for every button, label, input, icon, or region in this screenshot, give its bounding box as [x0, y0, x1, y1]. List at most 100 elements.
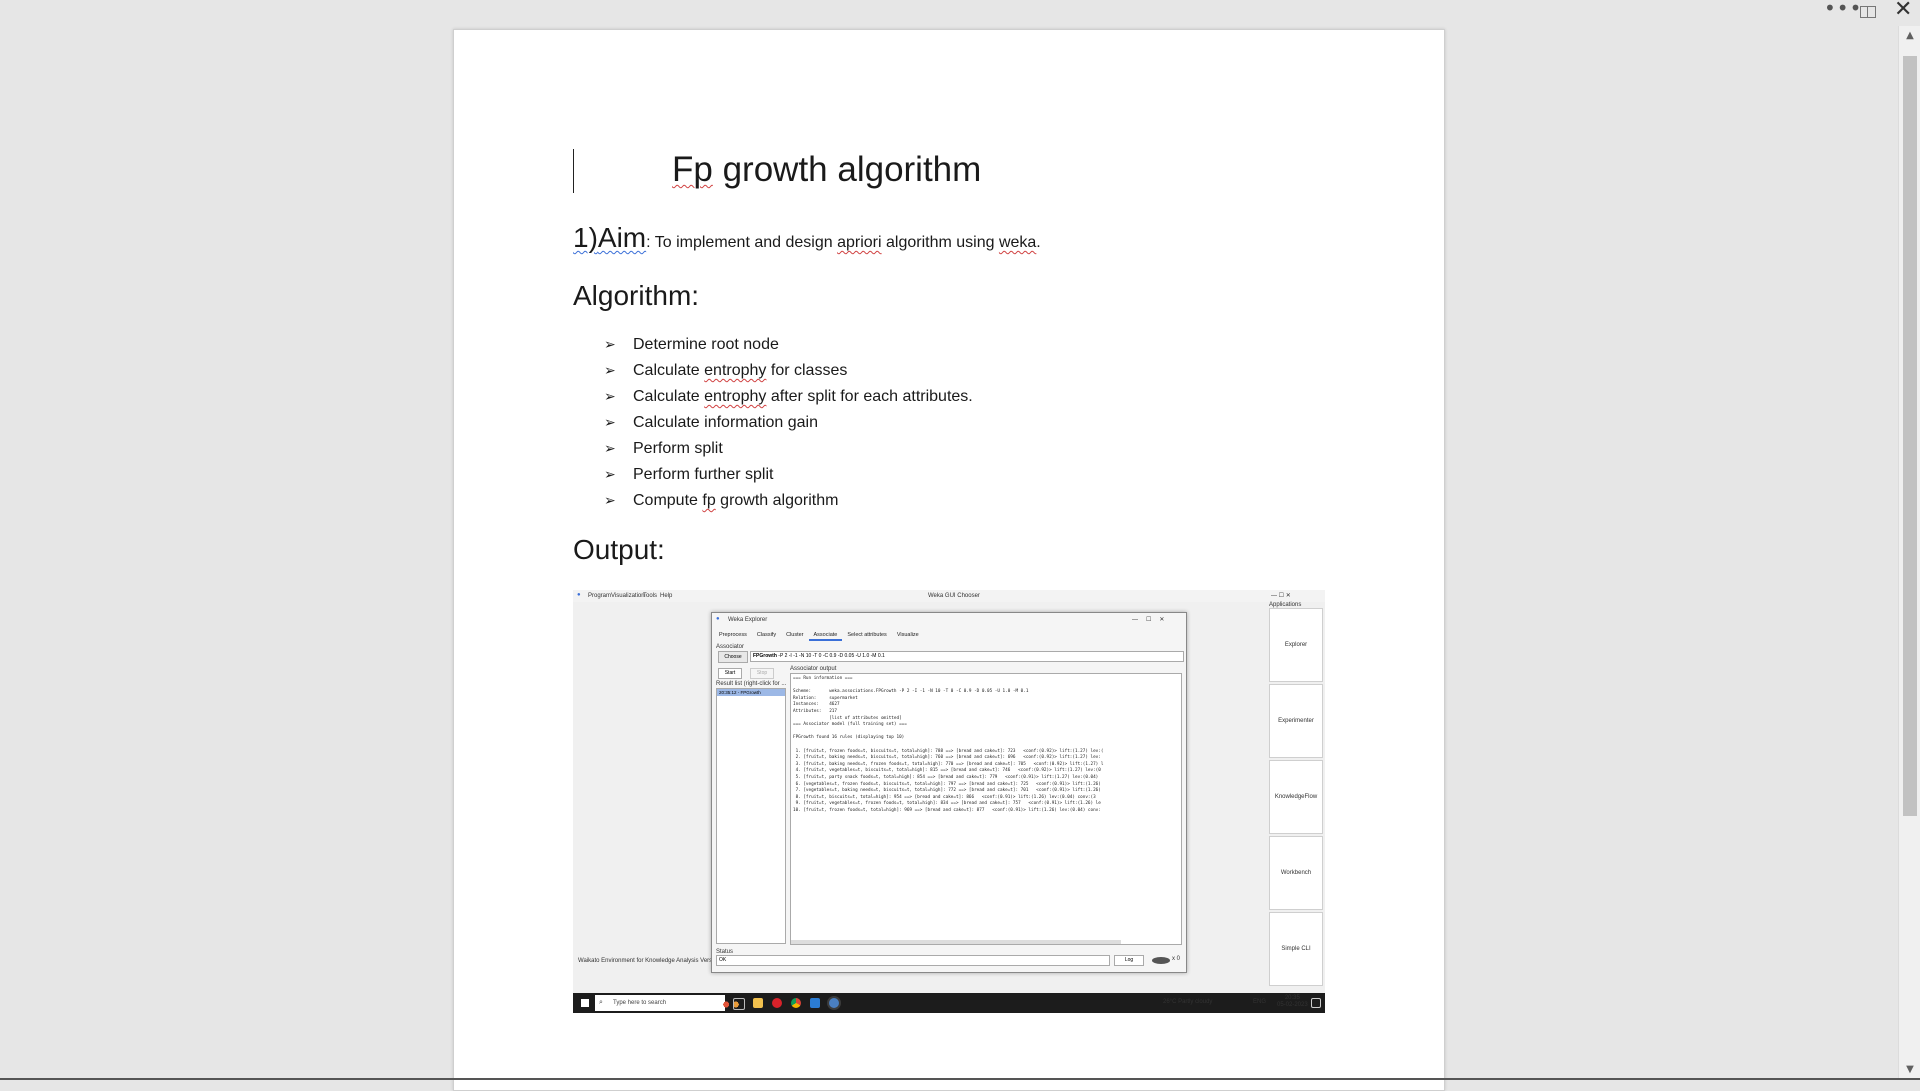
explorer-window-controls[interactable]: —☐✕	[1132, 616, 1172, 623]
menu-program[interactable]: Program	[588, 593, 611, 599]
weka-bird-icon	[1152, 957, 1170, 964]
file-explorer-icon[interactable]	[753, 998, 763, 1008]
aim-weka: weka	[998, 234, 1037, 251]
opera-icon[interactable]	[772, 998, 782, 1008]
weka-taskbar-icon[interactable]	[829, 998, 839, 1008]
windows-taskbar: ⌕ Type here to search 26°C Partly cloudy…	[573, 993, 1325, 1013]
menu-tools[interactable]: Tools	[643, 593, 657, 599]
menu-help[interactable]: Help	[660, 593, 672, 599]
algorithm-step: ➢ Calculate entrophy for classes	[604, 362, 973, 388]
algorithm-step: ➢ Perform split	[604, 440, 973, 466]
step-text-rest: after split for each attributes.	[766, 388, 973, 405]
bullet-arrow-icon: ➢	[604, 466, 616, 482]
workbench-app-button[interactable]: Workbench	[1269, 836, 1323, 910]
title-rest: growth algorithm	[712, 150, 982, 189]
aim-word: Aim	[597, 222, 647, 253]
bullet-arrow-icon: ➢	[604, 492, 616, 508]
knowledgeflow-app-button[interactable]: KnowledgeFlow	[1269, 760, 1323, 834]
associator-output[interactable]: === Run information === Scheme: weka.ass…	[790, 673, 1182, 945]
algorithm-step: ➢ Perform further split	[604, 466, 973, 492]
explorer-tab-select-attributes[interactable]: Select attributes	[842, 629, 891, 641]
step-misspelled-word: entrophy	[704, 388, 767, 405]
scroll-down-arrow-icon[interactable]: ▼	[1899, 1060, 1920, 1080]
taskbar-date: 05-02-2023	[1277, 1002, 1308, 1008]
bullet-arrow-icon: ➢	[604, 336, 616, 352]
more-options-button[interactable]: •••	[1824, 0, 1862, 18]
document-title: Fp growth algorithm	[672, 150, 981, 190]
scroll-thumb[interactable]	[1903, 56, 1917, 816]
output-heading: Output:	[573, 534, 665, 565]
scroll-up-arrow-icon[interactable]: ▲	[1899, 26, 1920, 46]
taskbar-clock: 20:35 05-02-2023	[1277, 995, 1308, 1009]
step-misspelled-word: fp	[702, 492, 716, 509]
step-text: Determine root node	[633, 336, 779, 353]
scheme-field[interactable]: FPGrowth -P 2 -I -1 -N 10 -T 0 -C 0.9 -D…	[750, 651, 1184, 662]
title-fp-word: Fp	[672, 150, 713, 189]
explorer-tab-visualize[interactable]: Visualize	[892, 629, 924, 641]
gui-chooser-menubar: ● Program Visualization Tools Help Weka …	[573, 590, 1325, 602]
step-text: Calculate	[633, 388, 705, 405]
output-horizontal-scrollbar[interactable]	[791, 940, 1121, 944]
bullet-arrow-icon: ➢	[604, 388, 616, 404]
vertical-scrollbar[interactable]: ▲ ▼	[1898, 26, 1920, 1080]
taskbar-language: ENG	[1253, 999, 1267, 1005]
windows-start-icon[interactable]	[581, 999, 589, 1007]
step-text: Compute	[633, 492, 703, 509]
chrome-icon[interactable]	[791, 998, 801, 1008]
app-icon[interactable]	[810, 998, 820, 1008]
explorer-logo-icon: ●	[716, 616, 720, 622]
result-list-label: Result list (right-click for ...	[716, 681, 787, 687]
algorithm-step: ➢ Determine root node	[604, 336, 973, 362]
choose-button[interactable]: Choose	[718, 651, 748, 663]
step-text: Perform further split	[633, 466, 774, 483]
aim-number: 1)	[573, 222, 598, 253]
algorithm-steps-list: ➢ Determine root node ➢ Calculate entrophy …	[604, 336, 973, 518]
task-count: x 0	[1172, 956, 1181, 962]
scheme-name: FPGrowth	[753, 653, 777, 659]
taskbar-time: 20:35	[1284, 995, 1300, 1001]
text-cursor	[573, 149, 574, 193]
explorer-title: Weka Explorer	[728, 617, 768, 623]
explorer-tab-classify[interactable]: Classify	[752, 629, 781, 641]
explorer-tab-associate[interactable]: Associate	[808, 629, 843, 641]
stop-button[interactable]: Stop	[750, 668, 774, 679]
step-text: Calculate information gain	[633, 414, 818, 431]
aim-apriori: apriori	[837, 234, 882, 251]
simple-cli-app-button[interactable]: Simple CLI	[1269, 912, 1323, 986]
close-button[interactable]: ✕	[1894, 0, 1912, 21]
aim-line: 1)Aim: To implement and design apriori a…	[573, 222, 1041, 254]
algorithm-step: ➢ Calculate entrophy after split for each…	[604, 388, 973, 414]
result-list-item[interactable]: 20:35:12 - FPGrowth	[717, 689, 785, 696]
menu-visualization[interactable]: Visualization	[611, 593, 645, 599]
status-value: OK	[716, 955, 1110, 966]
bullet-arrow-icon: ➢	[604, 362, 616, 378]
explorer-tab-preprocess[interactable]: Preprocess	[714, 629, 752, 641]
view-layout-icon[interactable]	[1860, 6, 1876, 18]
weka-screenshot: ● Program Visualization Tools Help Weka …	[573, 590, 1325, 1013]
taskbar-search[interactable]: ⌕ Type here to search	[595, 995, 743, 1011]
notifications-icon[interactable]	[1311, 998, 1321, 1008]
weka-explorer-window: ● Weka Explorer —☐✕ Preprocess Classify Cl…	[711, 612, 1187, 973]
task-view-icon[interactable]	[733, 998, 745, 1010]
scheme-args: -P 2 -I -1 -N 10 -T 0 -C 0.9 -D 0.05 -U …	[776, 653, 885, 659]
gui-chooser-title: Weka GUI Chooser	[928, 593, 980, 599]
explorer-tab-cluster[interactable]: Cluster	[781, 629, 808, 641]
step-text-rest: growth algorithm	[715, 492, 839, 509]
bullet-arrow-icon: ➢	[604, 440, 616, 456]
result-list[interactable]: 20:35:12 - FPGrowth	[716, 688, 786, 944]
step-text: Perform split	[633, 440, 723, 457]
associator-output-text: === Run information === Scheme: weka.ass…	[793, 676, 1104, 813]
algorithm-heading: Algorithm:	[573, 280, 700, 311]
associator-output-label: Associator output	[790, 666, 837, 672]
explorer-tabs: Preprocess Classify Cluster Associate Select…	[714, 629, 924, 641]
aim-text-3: .	[1036, 234, 1041, 251]
log-button[interactable]: Log	[1114, 955, 1144, 966]
algorithm-step: ➢ Calculate information gain	[604, 414, 973, 440]
associator-label: Associator	[716, 644, 745, 650]
bullet-arrow-icon: ➢	[604, 414, 616, 430]
explorer-app-button[interactable]: Explorer	[1269, 608, 1323, 682]
gui-chooser-window-controls[interactable]: — ☐ ✕	[1271, 592, 1291, 599]
step-text-rest: for classes	[766, 362, 848, 379]
experimenter-app-button[interactable]: Experimenter	[1269, 684, 1323, 758]
start-button[interactable]: Start	[718, 668, 742, 679]
